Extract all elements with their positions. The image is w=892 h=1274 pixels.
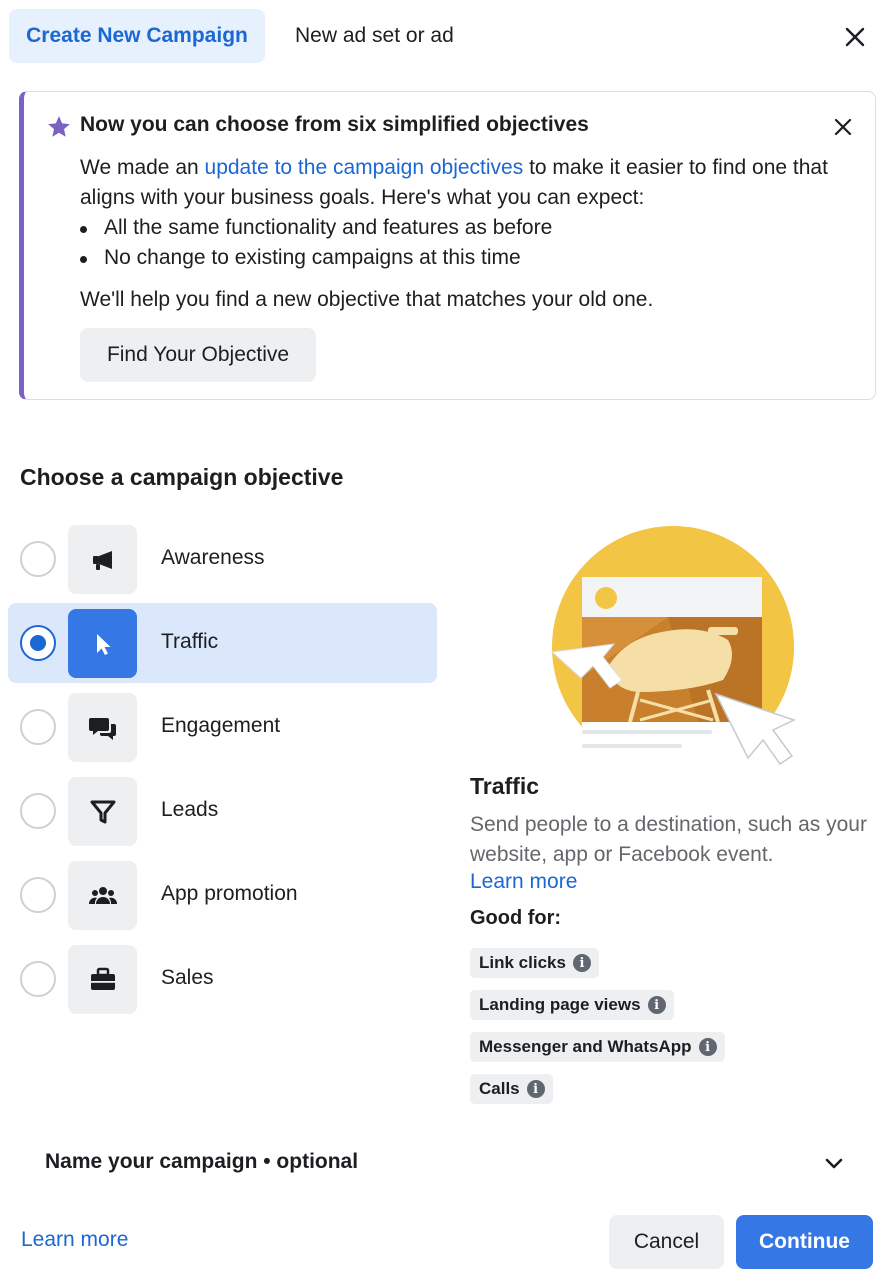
objective-sales[interactable]: Sales [8,939,437,1019]
continue-button[interactable]: Continue [736,1215,873,1269]
info-icon[interactable]: i [526,1080,545,1098]
objective-label: Awareness [161,546,265,569]
notice-body: We made an update to the campaign object… [80,153,840,315]
notice-footer-text: We'll help you find a new objective that… [80,288,654,311]
chip-calls: Calls i [470,1074,553,1104]
notice-title: Now you can choose from six simplified o… [80,113,589,136]
radio-button[interactable] [20,793,56,829]
name-campaign-toggle[interactable]: Name your campaign • optional [45,1150,358,1174]
notice-intro: We made an [80,156,205,179]
find-your-objective-button[interactable]: Find Your Objective [80,328,316,382]
notice-bullet: All the same functionality and features … [80,213,840,243]
detail-description: Send people to a destination, such as yo… [470,813,867,866]
chevron-down-icon[interactable] [822,1152,846,1176]
tab-create-new-campaign[interactable]: Create New Campaign [9,9,265,63]
cancel-button[interactable]: Cancel [609,1215,724,1269]
info-icon[interactable]: i [647,996,666,1014]
radio-button[interactable] [20,877,56,913]
megaphone-icon [68,525,137,594]
objective-engagement[interactable]: Engagement [8,687,437,767]
objective-traffic[interactable]: Traffic [8,603,437,683]
chip-label: Link clicks [479,953,566,972]
campaign-objectives-update-link[interactable]: update to the campaign objectives [205,156,524,179]
chip-link-clicks: Link clicks i [470,948,599,978]
chat-bubbles-icon [68,693,137,762]
chip-label: Calls [479,1079,520,1098]
close-icon[interactable] [838,20,872,54]
briefcase-icon [68,945,137,1014]
objective-awareness[interactable]: Awareness [8,519,437,599]
chip-label: Messenger and WhatsApp [479,1037,692,1056]
objective-label: Engagement [161,714,281,737]
chip-messenger-whatsapp: Messenger and WhatsApp i [470,1032,725,1062]
objective-label: App promotion [161,882,298,905]
people-icon [68,861,137,930]
detail-title: Traffic [470,773,540,799]
radio-button-selected[interactable] [20,625,56,661]
notice-bullet: No change to existing campaigns at this … [80,243,840,273]
radio-button[interactable] [20,541,56,577]
radio-button[interactable] [20,709,56,745]
cursor-icon [68,609,137,678]
objective-label: Sales [161,966,214,989]
objective-app-promotion[interactable]: App promotion [8,855,437,935]
good-for-label: Good for: [470,907,562,929]
notice-bullets: All the same functionality and features … [80,213,840,273]
tab-new-ad-set-or-ad[interactable]: New ad set or ad [279,9,470,63]
detail-learn-more-link[interactable]: Learn more [470,870,577,894]
traffic-illustration [550,526,797,772]
radio-button[interactable] [20,961,56,997]
objective-label: Leads [161,798,219,821]
close-notice-icon[interactable] [828,112,858,142]
funnel-icon [68,777,137,846]
star-icon [48,116,70,137]
chip-landing-page-views: Landing page views i [470,990,674,1020]
section-title: Choose a campaign objective [20,464,344,490]
info-icon[interactable]: i [698,1038,717,1056]
info-icon[interactable]: i [572,954,591,972]
footer-learn-more-link[interactable]: Learn more [21,1228,128,1252]
objective-leads[interactable]: Leads [8,771,437,851]
objectives-update-notice: Now you can choose from six simplified o… [19,91,876,400]
objective-label: Traffic [161,630,219,653]
chip-label: Landing page views [479,995,641,1014]
